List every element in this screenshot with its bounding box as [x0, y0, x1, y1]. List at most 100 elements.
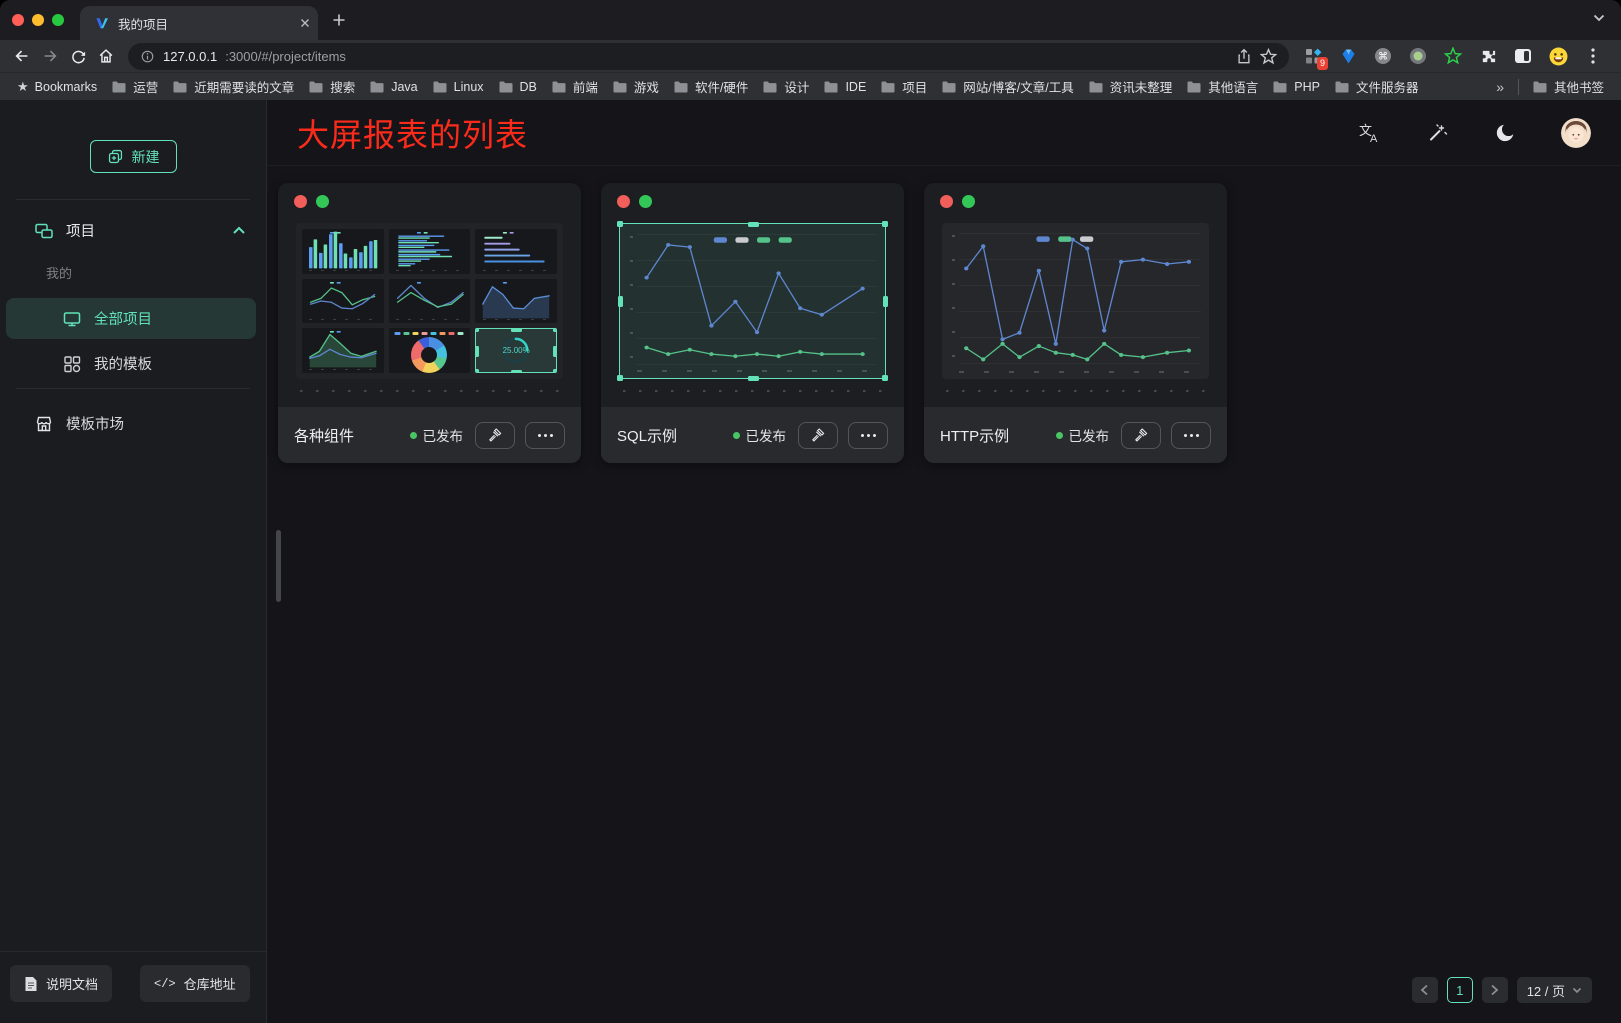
- language-translate-icon[interactable]: 文A: [1357, 121, 1381, 145]
- next-page-button[interactable]: [1482, 977, 1508, 1003]
- address-bar[interactable]: 127.0.0.1:3000/#/project/items: [128, 43, 1289, 70]
- bookmark-folder[interactable]: 前端: [544, 76, 605, 98]
- new-tab-button[interactable]: [332, 13, 346, 27]
- bookmark-folder-label: 前端: [573, 77, 598, 96]
- repo-button[interactable]: </> 仓库地址: [140, 965, 250, 1002]
- other-bookmarks-folder[interactable]: 其他书签: [1525, 76, 1611, 98]
- previous-page-button[interactable]: [1412, 977, 1438, 1003]
- bookmark-folder[interactable]: 其他语言: [1179, 76, 1265, 98]
- edit-project-button[interactable]: [475, 422, 515, 449]
- edit-project-button[interactable]: [1121, 422, 1161, 449]
- repo-label: 仓库地址: [184, 974, 236, 993]
- code-icon: </>: [154, 977, 176, 991]
- sidebar-item-all-projects[interactable]: 全部项目: [6, 298, 256, 339]
- reload-button[interactable]: [64, 43, 92, 69]
- bookmark-folder[interactable]: IDE: [816, 76, 873, 98]
- window-minimize-button[interactable]: [32, 14, 44, 26]
- traffic-lights: [0, 14, 80, 26]
- window-zoom-button[interactable]: [52, 14, 64, 26]
- scrollbar-thumb[interactable]: [276, 530, 281, 602]
- more-icon: [861, 434, 864, 437]
- card-footer: HTTP示例 已发布: [924, 407, 1227, 463]
- user-avatar[interactable]: [1561, 118, 1591, 148]
- extension-grid-icon[interactable]: 9: [1303, 46, 1323, 66]
- bookmark-folder[interactable]: 搜索: [301, 76, 362, 98]
- current-page-button[interactable]: 1: [1447, 977, 1473, 1003]
- bookmark-folder[interactable]: 设计: [755, 76, 816, 98]
- bookmark-folder[interactable]: PHP: [1265, 76, 1327, 98]
- status-dot: [410, 432, 417, 439]
- extension-record-icon[interactable]: [1408, 46, 1428, 66]
- template-icon: [62, 354, 82, 374]
- extension-command-icon[interactable]: ⌘: [1373, 46, 1393, 66]
- extensions-row: 9 ⌘: [1303, 46, 1603, 66]
- donut-ring: [411, 337, 447, 373]
- more-actions-button[interactable]: [525, 422, 565, 449]
- project-card[interactable]: 25.00% 各种组件 已发布: [278, 183, 581, 463]
- bookmark-folder[interactable]: 项目: [873, 76, 934, 98]
- chevron-down-icon: [1572, 987, 1582, 994]
- bookmark-folder[interactable]: Linux: [425, 76, 491, 98]
- forward-button[interactable]: [36, 43, 64, 69]
- tab-title: 我的项目: [118, 14, 292, 33]
- extensions-puzzle-icon[interactable]: [1478, 46, 1498, 66]
- bookmark-folder[interactable]: Java: [362, 76, 424, 98]
- folder-icon: [1334, 80, 1350, 94]
- bookmark-folder[interactable]: 软件/硬件: [666, 76, 755, 98]
- page-size-value: 12 / 页: [1527, 981, 1565, 1000]
- project-card[interactable]: HTTP示例 已发布: [924, 183, 1227, 463]
- more-actions-button[interactable]: [848, 422, 888, 449]
- home-button[interactable]: [92, 43, 120, 69]
- browser-tab[interactable]: 我的项目: [80, 6, 318, 40]
- hammer-icon: [1133, 427, 1149, 443]
- tab-search-chevron-icon[interactable]: [1593, 14, 1605, 22]
- page-size-select[interactable]: 12 / 页: [1517, 977, 1592, 1003]
- more-actions-button[interactable]: [1171, 422, 1211, 449]
- extension-emoji-icon[interactable]: [1548, 46, 1568, 66]
- share-icon[interactable]: [1236, 48, 1252, 65]
- bookmark-folder[interactable]: 游戏: [605, 76, 666, 98]
- bookmarks-bar: ★ Bookmarks 运营近期需要读的文章搜索JavaLinux DB 前端游戏软…: [0, 72, 1621, 100]
- bookmark-folder[interactable]: 文件服务器: [1327, 76, 1426, 98]
- svg-text:A: A: [1370, 133, 1378, 144]
- browser-menu-icon[interactable]: [1583, 46, 1603, 66]
- sidebar-item-my-templates[interactable]: 我的模板: [6, 343, 256, 384]
- bookmark-star-icon[interactable]: [1260, 48, 1277, 65]
- card-footer: 各种组件 已发布: [278, 407, 581, 463]
- edit-project-button[interactable]: [798, 422, 838, 449]
- bookmark-folder[interactable]: 运营: [104, 76, 165, 98]
- more-icon: [538, 434, 541, 437]
- project-card[interactable]: SQL示例 已发布: [601, 183, 904, 463]
- sidebar-group-projects[interactable]: 项目: [0, 200, 266, 255]
- back-button[interactable]: [8, 43, 36, 69]
- card-dotted-separator: [623, 390, 882, 392]
- bookmark-folder[interactable]: 近期需要读的文章: [165, 76, 301, 98]
- docs-button[interactable]: 说明文档: [10, 965, 112, 1002]
- new-project-button[interactable]: 新建: [90, 140, 177, 173]
- bookmark-folder-label: DB: [520, 80, 537, 94]
- page-info-icon[interactable]: [140, 49, 155, 64]
- bookmark-folder[interactable]: 资讯未整理: [1081, 76, 1180, 98]
- extension-gem-icon[interactable]: [1338, 46, 1358, 66]
- bookmark-folder[interactable]: DB: [491, 76, 544, 98]
- mini-line-chart: [389, 279, 471, 324]
- tab-close-icon[interactable]: [300, 18, 310, 28]
- folder-icon: [762, 80, 778, 94]
- sidebar-item-template-market[interactable]: 模板市场: [6, 403, 256, 444]
- goview-app: 新建 项目 我的 全部项目: [0, 100, 1621, 1023]
- dark-mode-moon-icon[interactable]: [1493, 121, 1517, 145]
- other-bookmarks-label: 其他书签: [1554, 77, 1604, 96]
- card-dotted-separator: [946, 390, 1205, 392]
- folder-icon: [172, 80, 188, 94]
- bookmarks-manager-item[interactable]: ★ Bookmarks: [10, 76, 104, 98]
- status-dot: [1056, 432, 1063, 439]
- bookmark-folder[interactable]: 网站/博客/文章/工具: [934, 76, 1080, 98]
- window-close-button[interactable]: [12, 14, 24, 26]
- magic-wand-icon[interactable]: [1425, 121, 1449, 145]
- docs-label: 说明文档: [46, 974, 98, 993]
- hammer-icon: [487, 427, 503, 443]
- extension-star-icon[interactable]: [1443, 46, 1463, 66]
- bookmark-folder-label: 运营: [133, 77, 158, 96]
- extension-darkmode-icon[interactable]: [1513, 46, 1533, 66]
- bookmarks-overflow-chevron[interactable]: »: [1488, 79, 1512, 95]
